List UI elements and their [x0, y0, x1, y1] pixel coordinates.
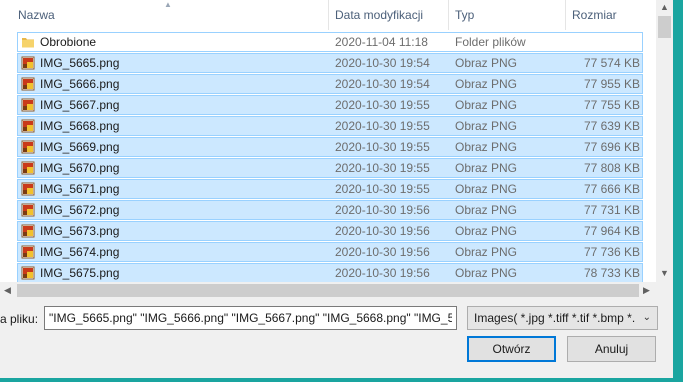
- file-row[interactable]: IMG_5665.png 2020-10-30 19:54 Obraz PNG 77 …: [17, 53, 643, 73]
- file-row[interactable]: IMG_5670.png 2020-10-30 19:55 Obraz PNG 77 …: [17, 158, 643, 178]
- file-row[interactable]: IMG_5668.png 2020-10-30 19:55 Obraz PNG 77 …: [17, 116, 643, 136]
- file-size: 77 736 KB: [583, 245, 640, 259]
- file-size: 77 955 KB: [583, 77, 640, 91]
- file-row[interactable]: IMG_5675.png 2020-10-30 19:56 Obraz PNG 78 …: [17, 263, 643, 282]
- column-header-date[interactable]: Data modyfikacji: [329, 0, 449, 30]
- file-row[interactable]: IMG_5669.png 2020-10-30 19:55 Obraz PNG 77 …: [17, 137, 643, 157]
- column-header-size[interactable]: Rozmiar: [566, 0, 656, 30]
- scroll-left-arrow-icon[interactable]: ◀: [4, 285, 11, 296]
- scroll-right-arrow-icon[interactable]: ▶: [643, 285, 650, 296]
- column-header-bar: ▲ Nazwa Data modyfikacji Typ Rozmiar: [0, 0, 656, 30]
- file-row[interactable]: IMG_5674.png 2020-10-30 19:56 Obraz PNG 77 …: [17, 242, 643, 262]
- file-name: IMG_5671.png: [40, 182, 120, 196]
- file-type: Obraz PNG: [455, 77, 518, 91]
- file-date: 2020-10-30 19:55: [335, 119, 430, 133]
- file-size: 77 964 KB: [583, 224, 640, 238]
- file-type: Obraz PNG: [455, 119, 518, 133]
- file-type: Obraz PNG: [455, 203, 518, 217]
- file-date: 2020-10-30 19:55: [335, 140, 430, 154]
- file-name: IMG_5668.png: [40, 119, 120, 133]
- file-type: Obraz PNG: [455, 140, 518, 154]
- file-name: IMG_5673.png: [40, 224, 120, 238]
- png-image-icon: [21, 161, 35, 175]
- file-size: 77 574 KB: [583, 56, 640, 70]
- file-size: 77 755 KB: [583, 98, 640, 112]
- chevron-down-icon: ⌄: [642, 312, 651, 323]
- file-row[interactable]: IMG_5672.png 2020-10-30 19:56 Obraz PNG 77 …: [17, 200, 643, 220]
- png-image-icon: [21, 119, 35, 133]
- file-date: 2020-10-30 19:55: [335, 161, 430, 175]
- file-date: 2020-10-30 19:54: [335, 56, 430, 70]
- file-name: IMG_5665.png: [40, 56, 120, 70]
- png-image-icon: [21, 182, 35, 196]
- file-row[interactable]: IMG_5673.png 2020-10-30 19:56 Obraz PNG 77 …: [17, 221, 643, 241]
- file-row[interactable]: IMG_5667.png 2020-10-30 19:55 Obraz PNG 77 …: [17, 95, 643, 115]
- file-size: 77 731 KB: [583, 203, 640, 217]
- file-name: IMG_5674.png: [40, 245, 120, 259]
- vertical-scrollbar[interactable]: ▲ ▼: [656, 0, 673, 282]
- file-size: 77 639 KB: [583, 119, 640, 133]
- filename-label: a pliku:: [0, 312, 39, 326]
- png-image-icon: [21, 203, 35, 217]
- file-name: IMG_5672.png: [40, 203, 120, 217]
- file-size: 77 666 KB: [583, 182, 640, 196]
- file-name: IMG_5669.png: [40, 140, 120, 154]
- file-date: 2020-10-30 19:56: [335, 203, 430, 217]
- column-header-name[interactable]: Nazwa: [12, 0, 329, 30]
- scroll-up-arrow-icon[interactable]: ▲: [660, 2, 669, 12]
- png-image-icon: [21, 266, 35, 280]
- png-image-icon: [21, 140, 35, 154]
- png-image-icon: [21, 77, 35, 91]
- png-image-icon: [21, 245, 35, 259]
- file-size: 78 733 KB: [583, 266, 640, 280]
- window-frame-bottom: [0, 378, 683, 382]
- file-type: Obraz PNG: [455, 182, 518, 196]
- file-name: Obrobione: [40, 35, 97, 49]
- file-date: 2020-10-30 19:56: [335, 245, 430, 259]
- scrollbar-corner: [656, 282, 673, 299]
- png-image-icon: [21, 56, 35, 70]
- png-image-icon: [21, 224, 35, 238]
- file-type: Obraz PNG: [455, 56, 518, 70]
- file-name: IMG_5670.png: [40, 161, 120, 175]
- folder-icon: [22, 38, 34, 48]
- folder-row[interactable]: Obrobione 2020-11-04 11:18 Folder plików: [17, 32, 643, 52]
- file-list-pane[interactable]: ▲ Nazwa Data modyfikacji Typ Rozmiar Obr…: [0, 0, 656, 282]
- filename-input[interactable]: [44, 306, 457, 330]
- file-name: IMG_5666.png: [40, 77, 120, 91]
- horizontal-scroll-thumb[interactable]: [17, 284, 639, 297]
- file-type: Folder plików: [455, 35, 526, 49]
- file-date: 2020-10-30 19:56: [335, 266, 430, 280]
- vertical-scroll-thumb[interactable]: [658, 16, 671, 38]
- file-type: Obraz PNG: [455, 224, 518, 238]
- file-type-filter-value: Images( *.jpg *.tiff *.tif *.bmp *.: [474, 311, 636, 325]
- file-date: 2020-11-04 11:18: [335, 35, 428, 49]
- horizontal-scrollbar[interactable]: ◀ ▶: [0, 282, 656, 299]
- column-header-type[interactable]: Typ: [449, 0, 566, 30]
- scroll-down-arrow-icon[interactable]: ▼: [660, 268, 669, 278]
- file-row[interactable]: IMG_5666.png 2020-10-30 19:54 Obraz PNG 77 …: [17, 74, 643, 94]
- window-frame-right: [673, 0, 683, 382]
- cancel-button[interactable]: Anuluj: [567, 336, 656, 362]
- file-type: Obraz PNG: [455, 266, 518, 280]
- file-date: 2020-10-30 19:55: [335, 98, 430, 112]
- file-date: 2020-10-30 19:55: [335, 182, 430, 196]
- png-image-icon: [21, 98, 35, 112]
- file-row[interactable]: IMG_5671.png 2020-10-30 19:55 Obraz PNG 77 …: [17, 179, 643, 199]
- file-type-filter-select[interactable]: Images( *.jpg *.tiff *.tif *.bmp *. ⌄: [467, 306, 658, 330]
- file-type: Obraz PNG: [455, 98, 518, 112]
- file-name: IMG_5667.png: [40, 98, 120, 112]
- file-type: Obraz PNG: [455, 245, 518, 259]
- file-size: 77 696 KB: [583, 140, 640, 154]
- file-name: IMG_5675.png: [40, 266, 120, 280]
- file-type: Obraz PNG: [455, 161, 518, 175]
- open-button[interactable]: Otwórz: [467, 336, 556, 362]
- file-date: 2020-10-30 19:54: [335, 77, 430, 91]
- file-date: 2020-10-30 19:56: [335, 224, 430, 238]
- file-size: 77 808 KB: [583, 161, 640, 175]
